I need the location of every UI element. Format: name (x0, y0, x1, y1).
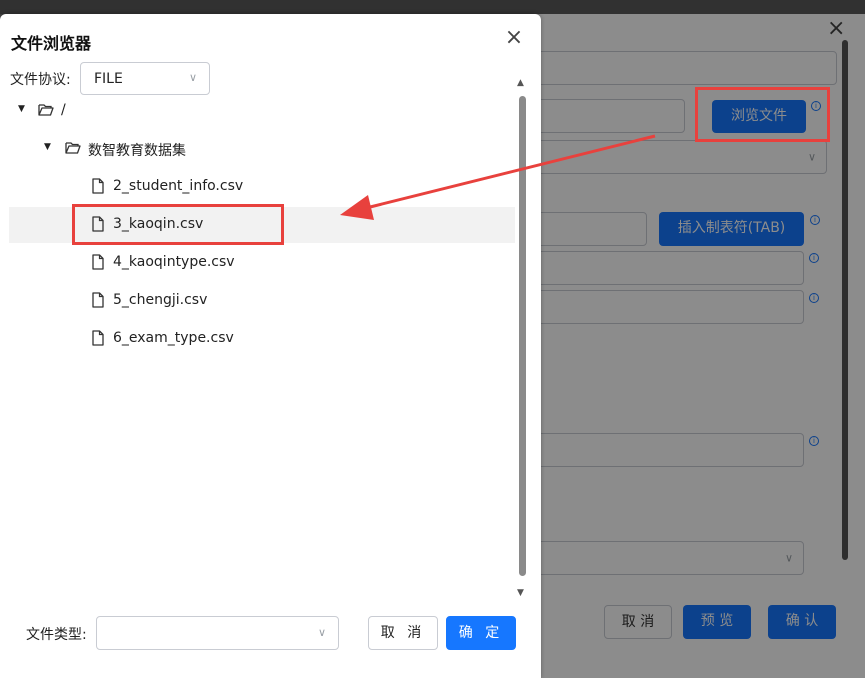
tree-label-folder: 数智教育数据集 (88, 143, 186, 159)
protocol-select[interactable]: FILE ∨ (80, 62, 210, 95)
tree-label-root: / (61, 102, 66, 118)
tree-file-label: 4_kaoqintype.csv (113, 254, 235, 270)
protocol-value: FILE (94, 71, 123, 87)
chevron-down-icon: ∨ (188, 71, 197, 84)
tree-file-label: 2_student_info.csv (113, 178, 244, 194)
filetype-select[interactable]: ∨ (96, 616, 339, 650)
scroll-down-icon[interactable]: ▼ (517, 588, 524, 598)
tree-scrollbar[interactable]: ▲ ▼ (517, 78, 529, 602)
cancel-button[interactable]: 取 消 (368, 616, 438, 650)
file-icon (92, 254, 104, 270)
tree-file-item[interactable]: 2_student_info.csv (9, 169, 515, 205)
caret-down-icon[interactable]: ▼ (44, 142, 51, 152)
highlight-selected-file (72, 204, 284, 245)
tree-file-item[interactable]: 4_kaoqintype.csv (9, 245, 515, 281)
scrollbar-thumb[interactable] (519, 96, 526, 576)
scroll-up-icon[interactable]: ▲ (517, 78, 524, 88)
tree-file-item[interactable]: 6_exam_type.csv (9, 321, 515, 357)
dialog-title: 文件浏览器 (11, 34, 92, 53)
tree-file-label: 5_chengji.csv (113, 292, 208, 308)
chevron-down-icon: ∨ (317, 626, 326, 639)
caret-down-icon[interactable]: ▼ (18, 104, 25, 114)
close-icon[interactable]: × (504, 27, 524, 49)
tree-node-root[interactable]: ▼ / (9, 93, 515, 129)
tree-node-folder[interactable]: ▼ 数智教育数据集 (9, 131, 515, 167)
file-icon (92, 292, 104, 308)
highlight-browse-button (695, 87, 830, 142)
folder-open-icon (65, 142, 81, 154)
ok-button[interactable]: 确 定 (446, 616, 516, 650)
file-icon (92, 330, 104, 346)
folder-open-icon (38, 104, 54, 116)
protocol-label: 文件协议: (10, 72, 71, 88)
filetype-label: 文件类型: (26, 627, 87, 643)
tree-file-label: 6_exam_type.csv (113, 330, 234, 346)
file-browser-dialog: 文件浏览器 × 文件协议: FILE ∨ ▼ / ▼ 数智教育数据集 2_stu… (0, 14, 541, 678)
tree-file-item[interactable]: 5_chengji.csv (9, 283, 515, 319)
file-icon (92, 178, 104, 194)
